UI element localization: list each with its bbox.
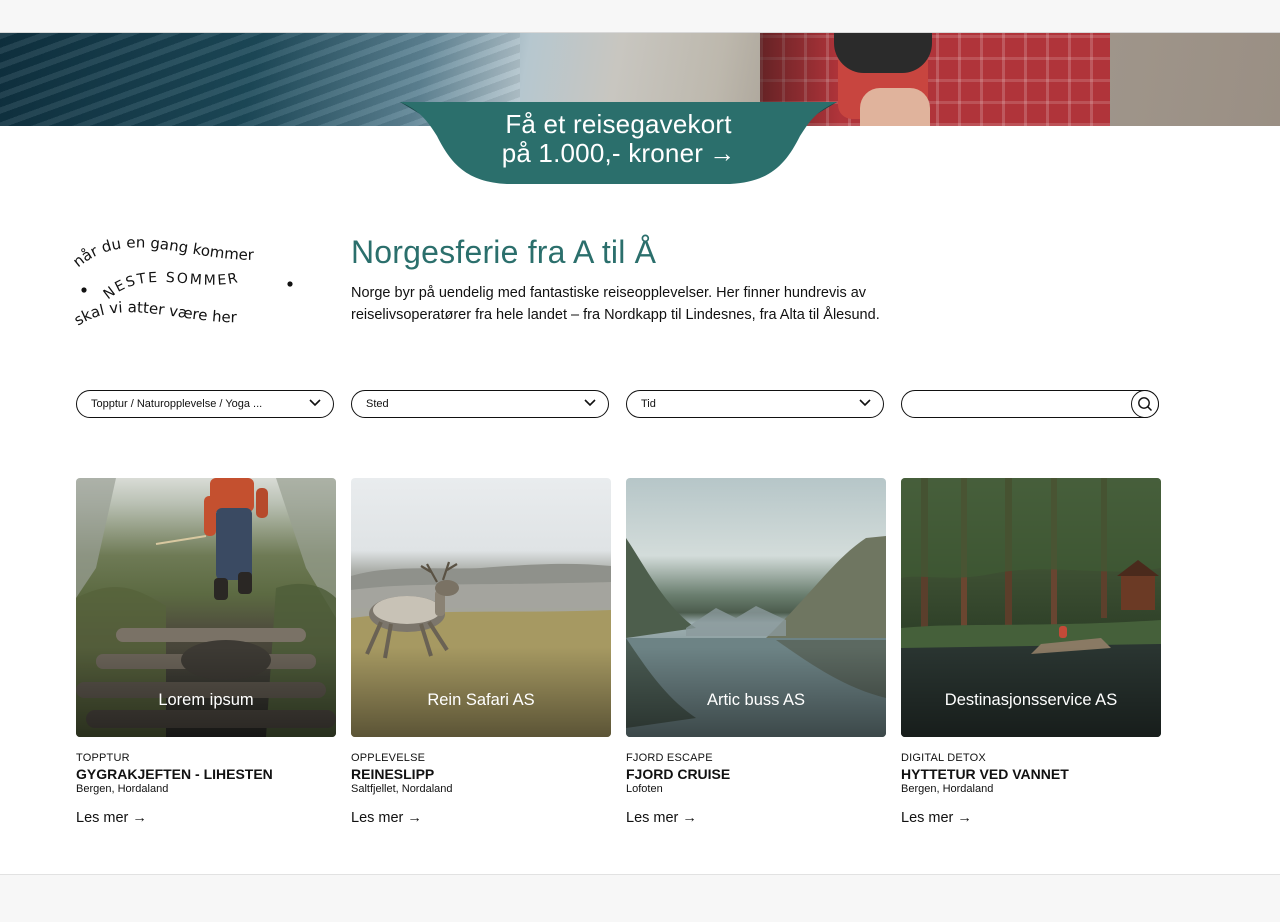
chevron-down-icon	[584, 399, 596, 407]
activity-card[interactable]: Destinasjonsservice AS DIGITAL DETOX HYT…	[901, 478, 1161, 826]
time-dropdown-value: Tid	[641, 398, 656, 410]
coffee-cup-lid	[834, 33, 932, 73]
read-more-link[interactable]: Les mer →	[76, 810, 147, 826]
card-location: Lofoten	[626, 783, 663, 795]
stamp-dot-right	[287, 281, 293, 287]
card-location: Bergen, Hordaland	[76, 783, 169, 795]
neste-sommer-logo: når du en gang kommer NESTE SOMMER skal …	[74, 233, 293, 329]
read-more-link[interactable]: Les mer →	[901, 810, 972, 826]
gift-card-promo-banner[interactable]: Få et reisegavekort på 1.000,- kroner →	[400, 102, 837, 184]
svg-text:når du en gang kommer: når du en gang kommer	[74, 233, 255, 271]
card-image[interactable]: Destinasjonsservice AS	[901, 478, 1161, 737]
card-image[interactable]: Lorem ipsum	[76, 478, 336, 737]
svg-text:NESTE SOMMER: NESTE SOMMER	[101, 270, 241, 303]
card-location: Saltfjellet, Nordaland	[351, 783, 453, 795]
stamp-arc-top: når du en gang kommer	[74, 233, 255, 271]
category-dropdown[interactable]: Topptur / Naturopplevelse / Yoga ...	[76, 390, 334, 418]
operator-name: Rein Safari AS	[427, 691, 535, 709]
search-icon	[1138, 397, 1153, 412]
promo-text: Få et reisegavekort på 1.000,- kroner →	[440, 110, 797, 168]
arrow-right-icon: →	[709, 138, 736, 168]
operator-name: Destinasjonsservice AS	[944, 691, 1118, 709]
time-dropdown[interactable]: Tid	[626, 390, 884, 418]
read-more-link[interactable]: Les mer →	[351, 810, 422, 826]
svg-text:skal vi atter være her: skal vi atter være her	[74, 298, 238, 329]
search-button[interactable]	[1131, 390, 1159, 418]
operator-name: Lorem ipsum	[158, 691, 254, 709]
card-category: TOPPTUR	[76, 752, 130, 764]
chevron-down-icon	[859, 399, 871, 407]
card-category: OPPLEVELSE	[351, 752, 426, 764]
card-title: HYTTETUR VED VANNET	[901, 766, 1069, 782]
category-dropdown-value: Topptur / Naturopplevelse / Yoga ...	[91, 398, 263, 410]
card-title: FJORD CRUISE	[626, 766, 731, 782]
page-title: Norgesferie fra A til Å	[351, 234, 657, 270]
operator-name: Artic buss AS	[706, 691, 806, 709]
stamp-arc-bottom: skal vi atter være her	[74, 298, 238, 329]
activity-card[interactable]: Rein Safari AS OPPLEVELSE REINESLIPP Sal…	[351, 478, 611, 826]
search-box	[901, 390, 1159, 418]
hand	[860, 88, 930, 126]
activity-card[interactable]: Lorem ipsum TOPPTUR GYGRAKJEFTEN - LIHES…	[76, 478, 336, 826]
card-location: Bergen, Hordaland	[901, 783, 994, 795]
search-input[interactable]	[914, 395, 1128, 415]
card-category: FJORD ESCAPE	[626, 752, 713, 764]
activity-card[interactable]: Artic buss AS FJORD ESCAPE FJORD CRUISE …	[626, 478, 886, 826]
stamp-dot-left	[81, 287, 87, 293]
place-dropdown-value: Sted	[366, 398, 389, 410]
promo-line-2-wrap: på 1.000,- kroner →	[440, 139, 797, 168]
promo-line-1: Få et reisegavekort	[505, 109, 732, 139]
card-title: REINESLIPP	[351, 766, 435, 782]
promo-line-2: på 1.000,- kroner	[501, 138, 704, 168]
place-dropdown[interactable]: Sted	[351, 390, 609, 418]
card-image[interactable]: Rein Safari AS	[351, 478, 611, 737]
card-category: DIGITAL DETOX	[901, 752, 986, 764]
chevron-down-icon	[309, 399, 321, 407]
card-image[interactable]: Artic buss AS	[626, 478, 886, 737]
top-bar	[0, 0, 1280, 33]
card-title: GYGRAKJEFTEN - LIHESTEN	[76, 766, 273, 782]
footer-band	[0, 874, 1280, 922]
intro-paragraph: Norge byr på uendelig med fantastiske re…	[351, 285, 880, 323]
stamp-middle: NESTE SOMMER	[101, 270, 239, 303]
read-more-link[interactable]: Les mer →	[626, 810, 697, 826]
